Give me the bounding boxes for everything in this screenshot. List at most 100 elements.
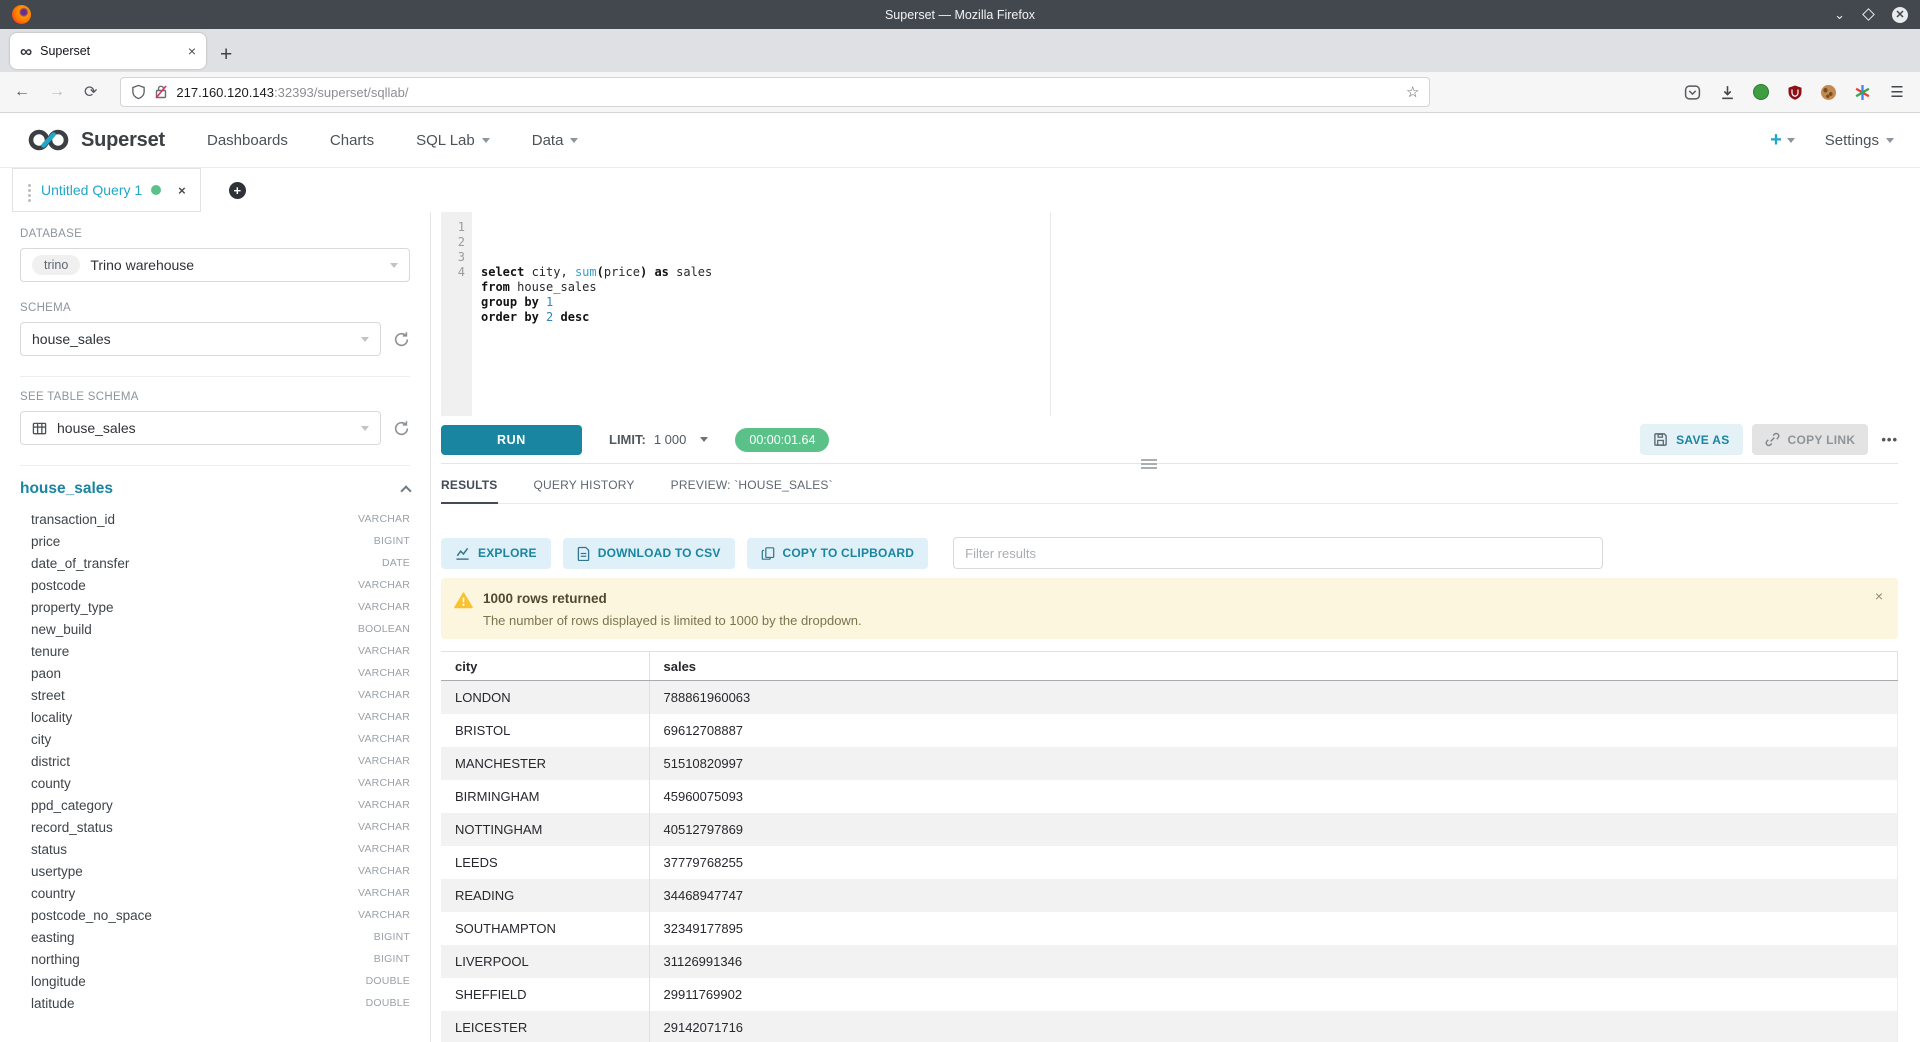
- hamburger-menu-icon[interactable]: ☰: [1888, 83, 1906, 101]
- table-select[interactable]: house_sales: [20, 411, 381, 445]
- table-column-row[interactable]: districtVARCHAR: [20, 750, 410, 772]
- file-icon: [577, 546, 590, 561]
- gutter-line-number: 2: [441, 235, 465, 250]
- editor-code[interactable]: select city, sum(price) as salesfrom hou…: [472, 212, 1920, 416]
- table-column-row[interactable]: latitudeDOUBLE: [20, 992, 410, 1014]
- table-column-row[interactable]: property_typeVARCHAR: [20, 596, 410, 618]
- nav-sql-lab[interactable]: SQL Lab: [416, 132, 490, 149]
- reload-icon[interactable]: ⟳: [84, 82, 97, 102]
- table-column-row[interactable]: priceBIGINT: [20, 530, 410, 552]
- alert-close-icon[interactable]: ×: [1875, 588, 1883, 604]
- cell-sales: 40512797869: [649, 813, 1898, 846]
- table-column-row[interactable]: longitudeDOUBLE: [20, 970, 410, 992]
- table-column-row[interactable]: record_statusVARCHAR: [20, 816, 410, 838]
- table-icon: [32, 421, 47, 436]
- table-column-row[interactable]: paonVARCHAR: [20, 662, 410, 684]
- collapse-chevron-up-icon[interactable]: [400, 485, 411, 496]
- tab-preview-house-sales[interactable]: PREVIEW: `HOUSE_SALES`: [671, 478, 833, 503]
- bookmark-star-icon[interactable]: ☆: [1406, 83, 1419, 101]
- browser-tab[interactable]: ∞ Superset ×: [10, 33, 206, 69]
- schema-select[interactable]: house_sales: [20, 322, 381, 356]
- save-as-button[interactable]: SAVE AS: [1640, 424, 1742, 455]
- column-type: VARCHAR: [358, 865, 410, 877]
- drag-handle-icon[interactable]: [28, 189, 31, 192]
- pane-resize-handle[interactable]: [1141, 459, 1157, 471]
- nav-data[interactable]: Data: [532, 132, 579, 149]
- table-column-row[interactable]: streetVARCHAR: [20, 684, 410, 706]
- table-column-row[interactable]: cityVARCHAR: [20, 728, 410, 750]
- back-icon[interactable]: ←: [14, 83, 30, 101]
- tracking-shield-icon[interactable]: [131, 84, 146, 100]
- query-tab-close-icon[interactable]: ×: [178, 183, 186, 198]
- nav-charts[interactable]: Charts: [330, 132, 374, 149]
- refresh-table-icon[interactable]: [393, 420, 410, 437]
- new-tab-button[interactable]: +: [220, 44, 232, 65]
- table-row: NOTTINGHAM40512797869: [441, 813, 1898, 846]
- settings-menu[interactable]: Settings: [1825, 132, 1894, 149]
- copy-link-button[interactable]: COPY LINK: [1752, 424, 1869, 455]
- table-column-row[interactable]: eastingBIGINT: [20, 926, 410, 948]
- privacy-badger-icon[interactable]: [1753, 84, 1769, 100]
- filter-results-input[interactable]: [953, 537, 1603, 569]
- tab-query-history[interactable]: QUERY HISTORY: [534, 478, 635, 503]
- superset-logo[interactable]: Superset: [26, 127, 165, 153]
- forward-icon[interactable]: →: [49, 83, 65, 101]
- downloads-icon[interactable]: [1718, 83, 1736, 101]
- limit-dropdown[interactable]: LIMIT: 1 000: [609, 432, 708, 447]
- brand-name: Superset: [81, 129, 165, 152]
- tab-close-icon[interactable]: ×: [188, 43, 196, 59]
- table-column-row[interactable]: postcodeVARCHAR: [20, 574, 410, 596]
- download-csv-button[interactable]: DOWNLOAD TO CSV: [563, 538, 735, 569]
- refresh-schema-icon[interactable]: [393, 331, 410, 348]
- column-header-city[interactable]: city: [441, 652, 649, 681]
- column-name: price: [31, 534, 60, 549]
- superset-favicon: ∞: [20, 43, 32, 60]
- explore-button[interactable]: EXPLORE: [441, 538, 551, 569]
- window-close-icon[interactable]: ✕: [1892, 7, 1908, 23]
- results-table: city sales LONDON788861960063BRISTOL6961…: [441, 651, 1898, 1042]
- table-column-row[interactable]: statusVARCHAR: [20, 838, 410, 860]
- table-column-row[interactable]: transaction_idVARCHAR: [20, 508, 410, 530]
- window-maximize-icon[interactable]: [1862, 8, 1875, 21]
- superset-navbar: Superset Dashboards Charts SQL Lab Data …: [0, 113, 1920, 168]
- cell-city: LIVERPOOL: [441, 945, 649, 978]
- sql-editor[interactable]: 1234 select city, sum(price) as salesfro…: [441, 212, 1920, 416]
- table-column-row[interactable]: postcode_no_spaceVARCHAR: [20, 904, 410, 926]
- table-column-row[interactable]: localityVARCHAR: [20, 706, 410, 728]
- new-item-button[interactable]: +: [1770, 130, 1795, 150]
- pocket-icon[interactable]: [1683, 83, 1701, 101]
- extension-asterisk-icon[interactable]: [1853, 83, 1871, 101]
- table-column-row[interactable]: usertypeVARCHAR: [20, 860, 410, 882]
- column-header-sales[interactable]: sales: [649, 652, 1898, 681]
- tab-results[interactable]: RESULTS: [441, 478, 498, 504]
- copy-clipboard-button[interactable]: COPY TO CLIPBOARD: [747, 538, 929, 569]
- nav-dashboards[interactable]: Dashboards: [207, 132, 288, 149]
- column-type: VARCHAR: [358, 843, 410, 855]
- column-type: DATE: [382, 557, 410, 569]
- table-column-row[interactable]: northingBIGINT: [20, 948, 410, 970]
- insecure-lock-icon[interactable]: [154, 84, 168, 100]
- column-type: VARCHAR: [358, 909, 410, 921]
- window-minimize-icon[interactable]: ⌄: [1834, 8, 1845, 21]
- column-type: VARCHAR: [358, 799, 410, 811]
- table-name-heading[interactable]: house_sales: [20, 480, 113, 498]
- database-select[interactable]: trino Trino warehouse: [20, 248, 410, 282]
- query-tab[interactable]: Untitled Query 1 ×: [12, 168, 201, 212]
- cookie-icon[interactable]: [1821, 85, 1836, 100]
- cell-city: MANCHESTER: [441, 747, 649, 780]
- column-name: transaction_id: [31, 512, 115, 527]
- table-column-row[interactable]: ppd_categoryVARCHAR: [20, 794, 410, 816]
- url-bar[interactable]: 217.160.120.143:32393/superset/sqllab/ ☆: [120, 77, 1430, 107]
- table-column-row[interactable]: countryVARCHAR: [20, 882, 410, 904]
- table-column-row[interactable]: new_buildBOOLEAN: [20, 618, 410, 640]
- add-query-tab-button[interactable]: +: [229, 182, 246, 199]
- table-column-row[interactable]: tenureVARCHAR: [20, 640, 410, 662]
- window-title: Superset — Mozilla Firefox: [0, 8, 1920, 22]
- more-actions-button[interactable]: •••: [1881, 432, 1898, 447]
- ublock-icon[interactable]: [1786, 83, 1804, 101]
- results-pane: RESULTS QUERY HISTORY PREVIEW: `HOUSE_SA…: [431, 464, 1920, 1042]
- run-button[interactable]: RUN: [441, 425, 582, 455]
- chart-line-icon: [455, 546, 470, 561]
- table-column-row[interactable]: countyVARCHAR: [20, 772, 410, 794]
- table-column-row[interactable]: date_of_transferDATE: [20, 552, 410, 574]
